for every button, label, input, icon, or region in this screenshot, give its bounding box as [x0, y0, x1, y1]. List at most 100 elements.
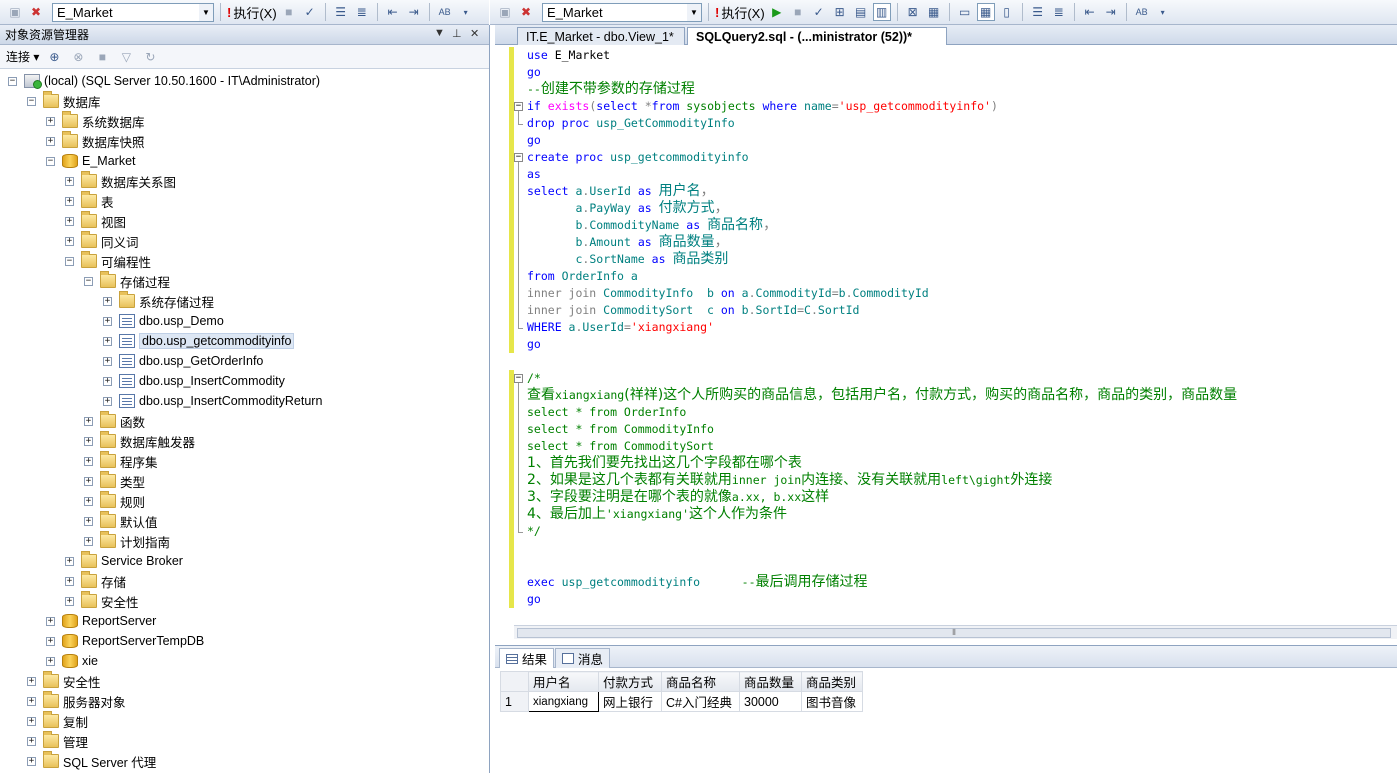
- scrollbar-thumb[interactable]: ⦀: [517, 628, 1391, 638]
- tree-node[interactable]: + 安全性: [65, 591, 139, 611]
- tab-view1[interactable]: IT.E_Market - dbo.View_1*: [517, 27, 685, 45]
- expand-icon[interactable]: +: [103, 296, 112, 306]
- code-line[interactable]: drop proc usp_GetCommodityInfo: [527, 115, 735, 132]
- tree-node[interactable]: + dbo.usp_InsertCommodity: [103, 371, 285, 391]
- disconnect-icon[interactable]: ✖: [517, 3, 535, 21]
- parse-check-icon[interactable]: ✓: [810, 3, 828, 21]
- expand-icon[interactable]: +: [46, 616, 55, 626]
- expand-icon[interactable]: +: [27, 676, 36, 686]
- expand-icon[interactable]: +: [46, 136, 55, 146]
- decrease-indent-icon[interactable]: ⇤: [1081, 3, 1099, 21]
- toolbar-overflow-icon[interactable]: ▾: [457, 3, 475, 21]
- tree-node[interactable]: − 数据库: [27, 91, 101, 111]
- tree-node[interactable]: + 程序集: [84, 451, 158, 471]
- tab-sqlquery2[interactable]: SQLQuery2.sql - (...ministrator (52))*: [687, 27, 947, 45]
- close-icon[interactable]: ✕: [470, 27, 479, 40]
- code-line[interactable]: c.SortName as 商品类别: [527, 251, 728, 268]
- code-line[interactable]: 1、首先我们要先找出这几个字段都在哪个表: [527, 455, 802, 472]
- tree-node[interactable]: − (local) (SQL Server 10.50.1600 - IT\Adm…: [8, 71, 320, 91]
- code-line[interactable]: 2、如果是这几个表都有关联就用inner join内连接、没有关联就用left\…: [527, 472, 1052, 489]
- expand-icon[interactable]: +: [103, 376, 112, 386]
- expand-icon[interactable]: +: [46, 656, 55, 666]
- code-line[interactable]: go: [527, 591, 541, 608]
- collapse-region-icon[interactable]: −: [514, 102, 523, 111]
- tree-node[interactable]: + 系统存储过程: [103, 291, 214, 311]
- change-connection-icon[interactable]: ▣: [496, 3, 514, 21]
- code-line[interactable]: go: [527, 132, 541, 149]
- expand-icon[interactable]: +: [65, 176, 74, 186]
- table-row[interactable]: 1 xiangxiang 网上银行 C#入门经典 30000 图书音像: [500, 691, 863, 712]
- increase-indent-icon[interactable]: ⇥: [405, 3, 423, 21]
- collapse-icon[interactable]: −: [46, 156, 55, 166]
- code-line[interactable]: from OrderInfo a: [527, 268, 638, 285]
- tree-node[interactable]: + ReportServer: [46, 611, 156, 631]
- expand-icon[interactable]: +: [65, 236, 74, 246]
- spell-check-icon[interactable]: AB: [436, 3, 454, 21]
- expand-icon[interactable]: +: [27, 716, 36, 726]
- code-line[interactable]: select * from CommoditySort: [527, 438, 714, 455]
- tree-node[interactable]: + dbo.usp_GetOrderInfo: [103, 351, 263, 371]
- disconnect-icon[interactable]: ✖: [27, 3, 45, 21]
- include-plan-icon[interactable]: ⊠: [904, 3, 922, 21]
- code-line[interactable]: b.Amount as 商品数量，: [527, 234, 728, 251]
- disconnect-icon[interactable]: ⊗: [69, 48, 87, 66]
- query-designer-icon[interactable]: ▤: [852, 3, 870, 21]
- table-cell[interactable]: C#入门经典: [661, 691, 740, 712]
- expand-icon[interactable]: +: [84, 476, 93, 486]
- tree-node[interactable]: + 存储: [65, 571, 126, 591]
- collapse-region-icon[interactable]: −: [514, 374, 523, 383]
- tree-node[interactable]: + 表: [65, 191, 114, 211]
- code-line[interactable]: go: [527, 336, 541, 353]
- expand-icon[interactable]: +: [27, 696, 36, 706]
- refresh-icon[interactable]: ↻: [141, 48, 159, 66]
- tree-node[interactable]: + dbo.usp_getcommodityinfo: [103, 331, 295, 351]
- decrease-indent-icon[interactable]: ⇤: [384, 3, 402, 21]
- code-line[interactable]: inner join CommoditySort c on b.SortId=C…: [527, 302, 859, 319]
- expand-icon[interactable]: +: [103, 396, 112, 406]
- expand-icon[interactable]: +: [65, 216, 74, 226]
- spell-check-icon[interactable]: AB: [1133, 3, 1151, 21]
- expand-icon[interactable]: +: [84, 436, 93, 446]
- expand-icon[interactable]: +: [65, 576, 74, 586]
- column-header[interactable]: 商品数量: [739, 671, 802, 692]
- row-number[interactable]: 1: [500, 691, 529, 712]
- expand-icon[interactable]: +: [103, 336, 112, 346]
- tree-node[interactable]: + 类型: [84, 471, 145, 491]
- tree-node[interactable]: + 安全性: [27, 671, 101, 691]
- column-header[interactable]: 商品类别: [801, 671, 863, 692]
- collapse-icon[interactable]: −: [84, 276, 93, 286]
- code-line[interactable]: inner join CommodityInfo b on a.Commodit…: [527, 285, 929, 302]
- expand-icon[interactable]: +: [84, 456, 93, 466]
- tab-results[interactable]: 结果: [499, 648, 555, 668]
- expand-icon[interactable]: +: [84, 496, 93, 506]
- code-line[interactable]: b.CommodityName as 商品名称，: [527, 217, 777, 234]
- code-line[interactable]: create proc usp_getcommodityinfo: [527, 149, 749, 166]
- expand-icon[interactable]: +: [65, 596, 74, 606]
- tree-node[interactable]: + SQL Server 代理: [27, 751, 156, 771]
- connect-button[interactable]: 连接 ▾: [6, 48, 39, 65]
- column-header[interactable]: 付款方式: [598, 671, 662, 692]
- table-cell[interactable]: xiangxiang: [528, 691, 599, 712]
- code-line[interactable]: /*: [527, 370, 541, 387]
- tree-node[interactable]: + 数据库触发器: [84, 431, 195, 451]
- code-line[interactable]: WHERE a.UserId='xiangxiang': [527, 319, 714, 336]
- tree-node[interactable]: + xie: [46, 651, 98, 671]
- expand-icon[interactable]: +: [65, 196, 74, 206]
- code-line[interactable]: if exists(select *from sysobjects where …: [527, 98, 998, 115]
- toolbar-overflow-icon[interactable]: ▾: [1154, 3, 1172, 21]
- tree-node[interactable]: + dbo.usp_InsertCommodityReturn: [103, 391, 322, 411]
- tree-node[interactable]: + 规则: [84, 491, 145, 511]
- stop-icon[interactable]: ■: [93, 48, 111, 66]
- code-line[interactable]: select * from OrderInfo: [527, 404, 686, 421]
- expand-icon[interactable]: +: [84, 416, 93, 426]
- table-cell[interactable]: 图书音像: [801, 691, 863, 712]
- results-to-grid-icon[interactable]: ▦: [976, 3, 995, 21]
- comment-lines-icon[interactable]: ☰: [1029, 3, 1047, 21]
- comment-lines-icon[interactable]: ☰: [332, 3, 350, 21]
- tree-node[interactable]: + 系统数据库: [46, 111, 145, 131]
- expand-icon[interactable]: +: [65, 556, 74, 566]
- code-line[interactable]: use E_Market: [527, 47, 610, 64]
- tree-node[interactable]: − 可编程性: [65, 251, 151, 271]
- tree-node[interactable]: + 默认值: [84, 511, 158, 531]
- tree-node[interactable]: + 计划指南: [84, 531, 170, 551]
